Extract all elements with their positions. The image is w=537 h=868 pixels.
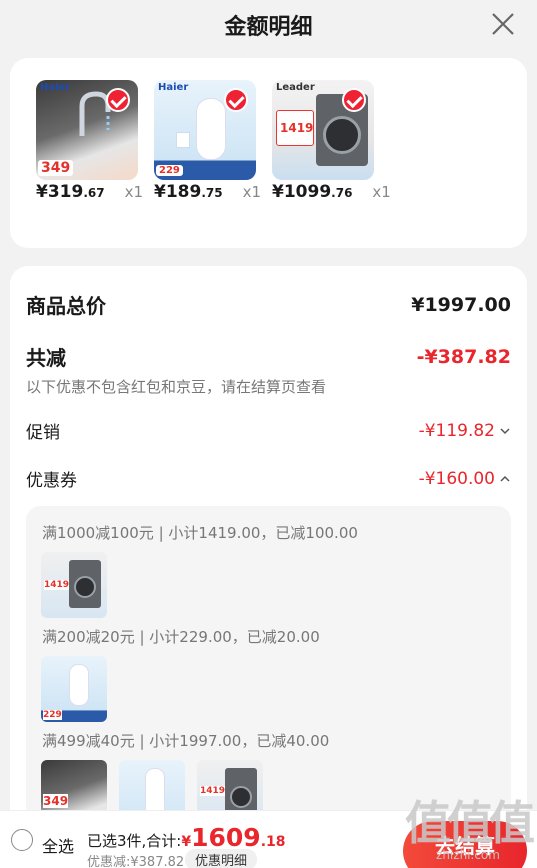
chevron-up-icon[interactable] — [499, 473, 511, 485]
product-item[interactable]: Haier 229 — [154, 80, 256, 180]
header: 金额明细 — [0, 0, 537, 50]
product-price: ¥189.75 x1 — [154, 182, 274, 202]
coupon-title: 满1000减100元 | 小计1419.00，已减100.00 — [42, 524, 358, 542]
checked-icon[interactable] — [224, 88, 248, 112]
price-main: ¥319 — [36, 182, 84, 202]
select-all-label[interactable]: 全选 — [42, 833, 74, 857]
quantity: x1 — [124, 183, 144, 201]
promo-label: 促销 — [26, 423, 60, 443]
price-cents: .67 — [83, 186, 105, 200]
page-title: 金额明细 — [224, 15, 313, 40]
brand-logo: Haier — [40, 82, 71, 93]
price-cents: .76 — [331, 186, 353, 200]
coupon-product-image[interactable]: 1419 — [41, 552, 107, 618]
select-all-radio[interactable] — [11, 829, 33, 851]
product-image[interactable]: Haier 349 — [36, 80, 138, 180]
reduce-row: 共减 -¥387.82 — [26, 342, 511, 371]
product-image[interactable]: Leader 1419 — [272, 80, 374, 180]
total-main: 1609 — [191, 823, 261, 852]
selected-summary: 已选3件,合计: ¥1609.18 — [87, 823, 286, 852]
coupon-product-image[interactable]: 229 — [41, 656, 107, 722]
brand-logo: Haier — [158, 82, 189, 93]
total-cents: .18 — [260, 834, 286, 850]
quantity: x1 — [372, 183, 391, 201]
unit-shape — [176, 132, 190, 148]
promo-value: -¥119.82 — [418, 420, 495, 441]
reduce-value: -¥387.82 — [416, 345, 511, 368]
total-value: ¥1997.00 — [411, 293, 511, 316]
reduce-label: 共减 — [26, 346, 66, 370]
discount-note: 以下优惠不包含红包和京豆，请在结算页查看 — [26, 378, 327, 396]
price-tag: 1419 — [44, 580, 70, 590]
price-tag: 229 — [43, 710, 62, 720]
coupon-value: -¥160.00 — [418, 468, 495, 489]
coupon-label: 优惠券 — [26, 471, 77, 491]
discount-detail-button[interactable]: 优惠明细 — [185, 849, 258, 868]
watermark-logo: 值值值 — [405, 796, 535, 850]
price-tag: 1419 — [200, 786, 226, 796]
price-tag: 349 — [38, 160, 74, 176]
heater-shape — [196, 98, 226, 160]
coupon-title: 满499减40元 | 小计1997.00，已减40.00 — [42, 732, 330, 750]
product-card: Haier 349 Haier 229 Leader 1419 ¥319 .67… — [10, 58, 527, 248]
promo-row[interactable]: 促销 -¥119.82 — [26, 418, 511, 443]
product-item[interactable]: Haier 349 — [36, 80, 138, 180]
close-icon[interactable] — [489, 10, 517, 38]
brand-logo: Leader — [276, 82, 315, 93]
watermark: 值值值 zhizhi.com — [405, 796, 535, 862]
total-amount: ¥1609.18 — [181, 823, 285, 852]
chevron-down-icon[interactable] — [499, 425, 511, 437]
watermark-url: zhizhi.com — [436, 848, 500, 862]
coupon-title: 满200减20元 | 小计229.00，已减20.00 — [42, 628, 320, 646]
checked-icon[interactable] — [106, 88, 130, 112]
product-item[interactable]: Leader 1419 — [272, 80, 374, 180]
promo-label: 1419 — [276, 110, 314, 146]
price-main: ¥189 — [154, 182, 202, 202]
total-label: 商品总价 — [26, 294, 106, 318]
quantity: x1 — [242, 183, 262, 201]
price-tag: 349 — [43, 794, 69, 808]
price-tag: 229 — [156, 165, 183, 176]
price-tag: 1419 — [280, 121, 314, 135]
product-price: ¥1099.76 x1 — [272, 182, 412, 202]
total-row: 商品总价 ¥1997.00 — [26, 290, 511, 319]
price-detail-card: 商品总价 ¥1997.00 共减 -¥387.82 以下优惠不包含红包和京豆，请… — [10, 266, 527, 868]
discount-text: 优惠减:¥387.82 — [87, 855, 185, 868]
product-price: ¥319.67 x1 — [36, 182, 156, 202]
coupon-row[interactable]: 优惠券 -¥160.00 — [26, 466, 511, 491]
checked-icon[interactable] — [342, 88, 366, 112]
product-image[interactable]: Haier 229 — [154, 80, 256, 180]
price-cents: .75 — [201, 186, 223, 200]
total-yen: ¥ — [181, 834, 192, 850]
selected-text: 已选3件,合计: — [87, 832, 182, 850]
price-main: ¥1099 — [272, 182, 332, 202]
